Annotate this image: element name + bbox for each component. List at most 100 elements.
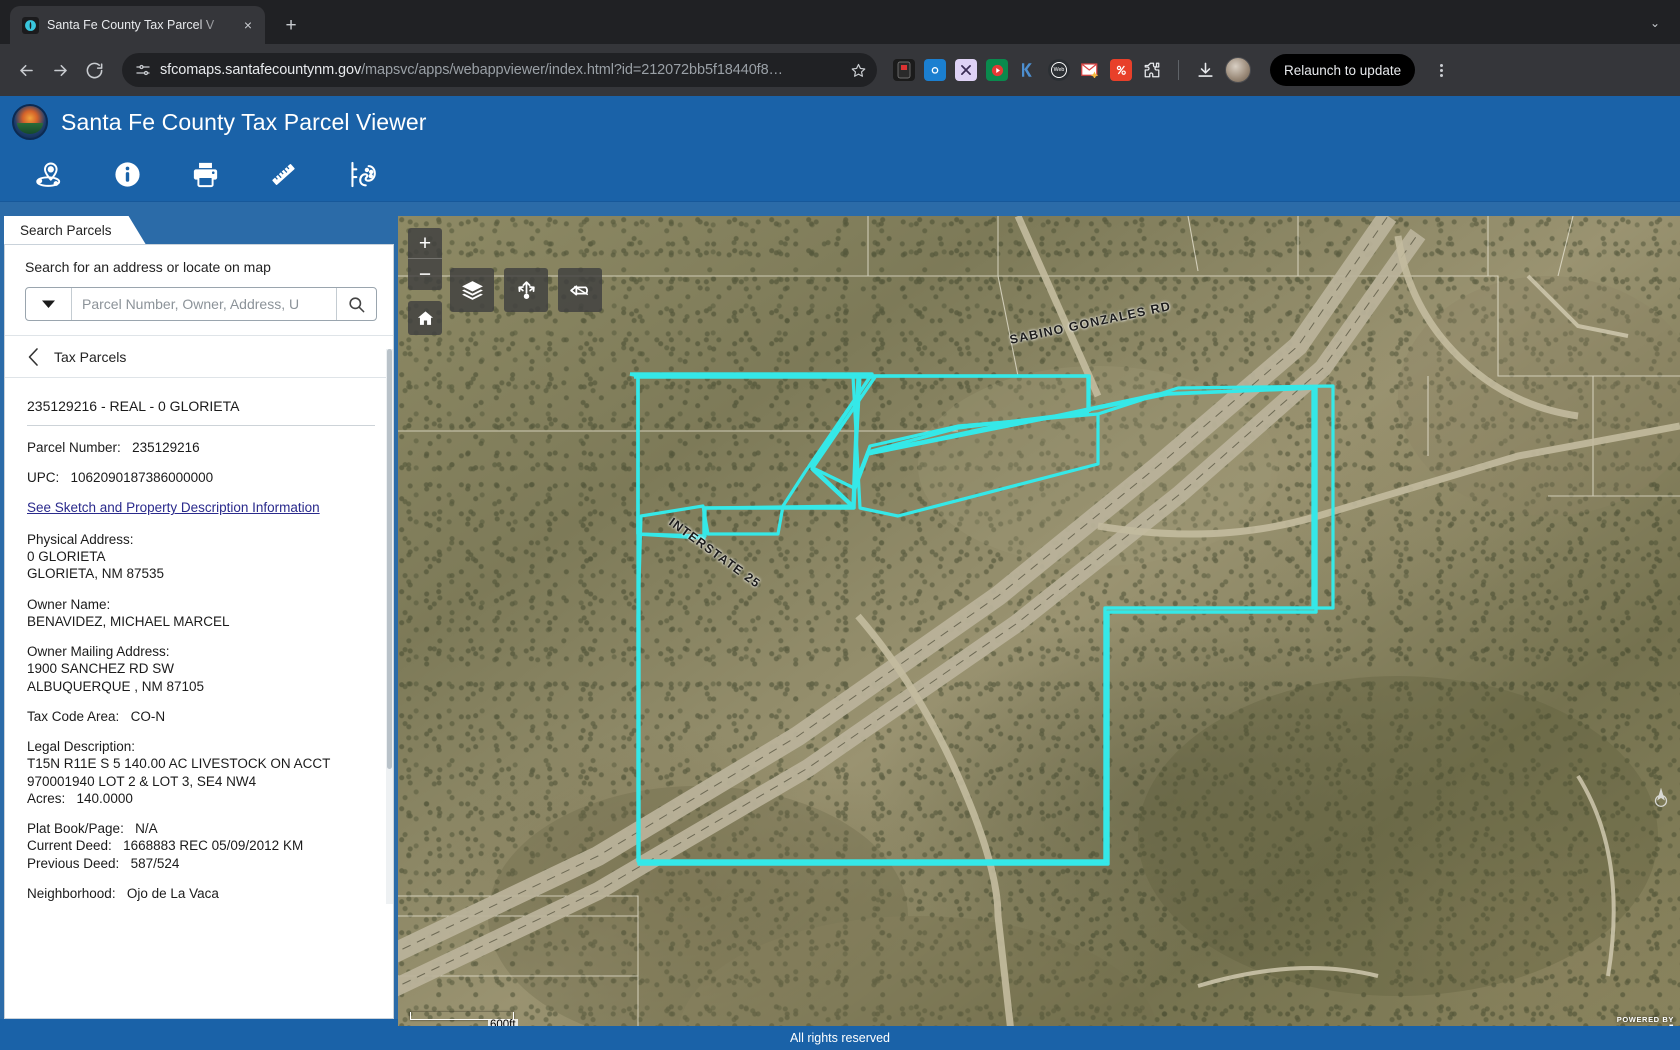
- address-bar[interactable]: sfcomaps.santafecountynm.gov/mapsvc/apps…: [122, 53, 877, 87]
- panel-scrollbar[interactable]: [386, 349, 393, 904]
- county-seal-logo: [12, 104, 48, 140]
- extensions-area: Web Relaunch to update: [893, 54, 1454, 86]
- plat-book-page-value: N/A: [135, 821, 158, 837]
- home-extent-button[interactable]: [408, 301, 442, 335]
- bookmark-star-icon[interactable]: [845, 57, 871, 83]
- sketch-and-property-description-link[interactable]: See Sketch and Property Description Info…: [27, 499, 320, 516]
- zoom-controls[interactable]: + −: [408, 228, 442, 290]
- physical-address-line2: GLORIETA, NM 87535: [27, 566, 165, 582]
- owner-mailing-line1: 1900 SANCHEZ RD SW: [27, 661, 175, 677]
- kebab-menu-icon[interactable]: [1428, 57, 1454, 83]
- search-button[interactable]: [336, 288, 376, 320]
- basemap-gallery-button[interactable]: [504, 268, 548, 312]
- search-source-dropdown[interactable]: [26, 288, 72, 320]
- parcel-details-title: 235129216 - REAL - 0 GLORIETA: [27, 398, 375, 426]
- chevron-down-icon[interactable]: ⌄: [1642, 10, 1668, 36]
- extension-icon-web[interactable]: Web: [1048, 59, 1070, 81]
- owner-name-row: Owner Name: BENAVIDEZ, MICHAEL MARCEL: [27, 596, 375, 631]
- owner-mailing-label: Owner Mailing Address:: [27, 644, 170, 660]
- panel-tab-row: Search Parcels: [0, 216, 398, 244]
- north-arrow-icon[interactable]: [1650, 787, 1672, 810]
- forward-button[interactable]: [44, 54, 76, 86]
- upc-value: 1062090187386000000: [70, 470, 214, 486]
- parcel-number-row: Parcel Number: 235129216: [27, 439, 375, 456]
- browser-toolbar: sfcomaps.santafecountynm.gov/mapsvc/apps…: [0, 44, 1680, 96]
- extension-icon-mail[interactable]: [1079, 59, 1101, 81]
- tab-title: Santa Fe County Tax Parcel V: [47, 18, 215, 32]
- draw-tool-button[interactable]: [322, 148, 400, 202]
- chevron-down-icon: [42, 300, 55, 308]
- extension-icon-play[interactable]: [986, 59, 1008, 81]
- app-subbar: [0, 202, 1680, 216]
- plat-book-page-row: Plat Book/Page: N/A: [27, 820, 375, 837]
- tab-strip: Santa Fe County Tax Parcel V × + ⌄: [0, 0, 1680, 44]
- locate-tool-button[interactable]: [10, 148, 88, 202]
- plat-book-page-label: Plat Book/Page:: [27, 821, 124, 837]
- zoom-out-button[interactable]: −: [408, 259, 442, 290]
- status-bar: All rights reserved: [0, 1026, 1680, 1050]
- neighborhood-value: Ojo de La Vaca: [126, 885, 219, 901]
- sketch-measure-button[interactable]: [558, 268, 602, 312]
- parcel-details: 235129216 - REAL - 0 GLORIETA Parcel Num…: [5, 378, 393, 925]
- extension-icon-camera[interactable]: [924, 59, 946, 81]
- search-block: Search for an address or locate on map: [5, 245, 393, 336]
- search-input[interactable]: [72, 288, 336, 320]
- site-settings-icon[interactable]: [134, 61, 152, 79]
- close-icon[interactable]: ×: [239, 16, 257, 34]
- panel-scrollbar-thumb[interactable]: [387, 349, 392, 769]
- owner-name-label: Owner Name:: [27, 596, 111, 612]
- reload-button[interactable]: [78, 54, 110, 86]
- map-scale-bar: 600ft: [410, 1012, 518, 1031]
- relaunch-to-update-button[interactable]: Relaunch to update: [1270, 54, 1416, 86]
- tab-search-parcels[interactable]: Search Parcels: [4, 216, 146, 244]
- info-tool-button[interactable]: [88, 148, 166, 202]
- back-button[interactable]: [10, 54, 42, 86]
- download-icon[interactable]: [1194, 59, 1216, 81]
- extension-icon-1[interactable]: [893, 59, 915, 81]
- profile-avatar[interactable]: [1225, 57, 1251, 83]
- tax-code-area-label: Tax Code Area:: [27, 708, 120, 724]
- owner-mailing-row: Owner Mailing Address: 1900 SANCHEZ RD S…: [27, 643, 375, 695]
- status-bar-text: All rights reserved: [789, 1031, 891, 1045]
- acres-value: 140.0000: [76, 790, 133, 806]
- breadcrumb-label: Tax Parcels: [54, 348, 127, 365]
- panel-body: Search for an address or locate on map P…: [4, 244, 394, 1019]
- parcel-highlight: [634, 374, 1318, 866]
- current-deed-row: Current Deed: 1668883 REC 05/09/2012 KM: [27, 837, 375, 854]
- left-panel: Search Parcels Search for an address or …: [0, 216, 398, 1050]
- new-tab-button[interactable]: +: [277, 12, 305, 40]
- map-canvas[interactable]: SABINO GONZALES RD INTERSTATE 25 + − 600…: [398, 216, 1680, 1050]
- physical-address-line1: 0 GLORIETA: [27, 548, 106, 564]
- physical-address-row: Physical Address: 0 GLORIETA GLORIETA, N…: [27, 531, 375, 583]
- measure-tool-button[interactable]: [244, 148, 322, 202]
- app-header: Santa Fe County Tax Parcel Viewer: [0, 96, 1680, 148]
- extension-icon-x[interactable]: [955, 59, 977, 81]
- chevron-left-icon[interactable]: [27, 347, 40, 367]
- extension-icon-percent[interactable]: [1110, 59, 1132, 81]
- url-text: sfcomaps.santafecountynm.gov/mapsvc/apps…: [160, 62, 837, 78]
- tab-favicon-icon: [22, 16, 39, 34]
- previous-deed-value: 587/524: [130, 855, 180, 871]
- acres-row: Acres: 140.0000: [27, 790, 375, 807]
- extension-icon-kv[interactable]: [1017, 59, 1039, 81]
- search-label: Search for an address or locate on map: [25, 259, 271, 275]
- legal-description-row: Legal Description: T15N R11E S 5 140.00 …: [27, 738, 375, 807]
- print-tool-button[interactable]: [166, 148, 244, 202]
- browser-window: Santa Fe County Tax Parcel V × + ⌄ sfcom…: [0, 0, 1680, 1050]
- owner-name-value: BENAVIDEZ, MICHAEL MARCEL: [27, 613, 230, 629]
- app-content: SABINO GONZALES RD INTERSTATE 25 + − 600…: [0, 216, 1680, 1050]
- previous-deed-label: Previous Deed:: [27, 855, 120, 871]
- current-deed-value: 1668883 REC 05/09/2012 KM: [123, 838, 304, 854]
- extension-icon-puzzle[interactable]: [1141, 59, 1163, 81]
- previous-deed-row: Previous Deed: 587/524: [27, 855, 375, 872]
- browser-tab[interactable]: Santa Fe County Tax Parcel V ×: [10, 6, 265, 44]
- search-row: [25, 287, 377, 321]
- deed-block: Plat Book/Page: N/A Current Deed: 166888…: [27, 820, 375, 872]
- tax-code-area-value: CO-N: [130, 708, 166, 724]
- breadcrumb[interactable]: Tax Parcels: [5, 336, 393, 378]
- layers-button[interactable]: [450, 268, 494, 312]
- search-icon: [349, 296, 365, 312]
- zoom-in-button[interactable]: +: [408, 228, 442, 259]
- app-toolbar: [0, 148, 1680, 202]
- neighborhood-row: Neighborhood: Ojo de La Vaca: [27, 885, 375, 902]
